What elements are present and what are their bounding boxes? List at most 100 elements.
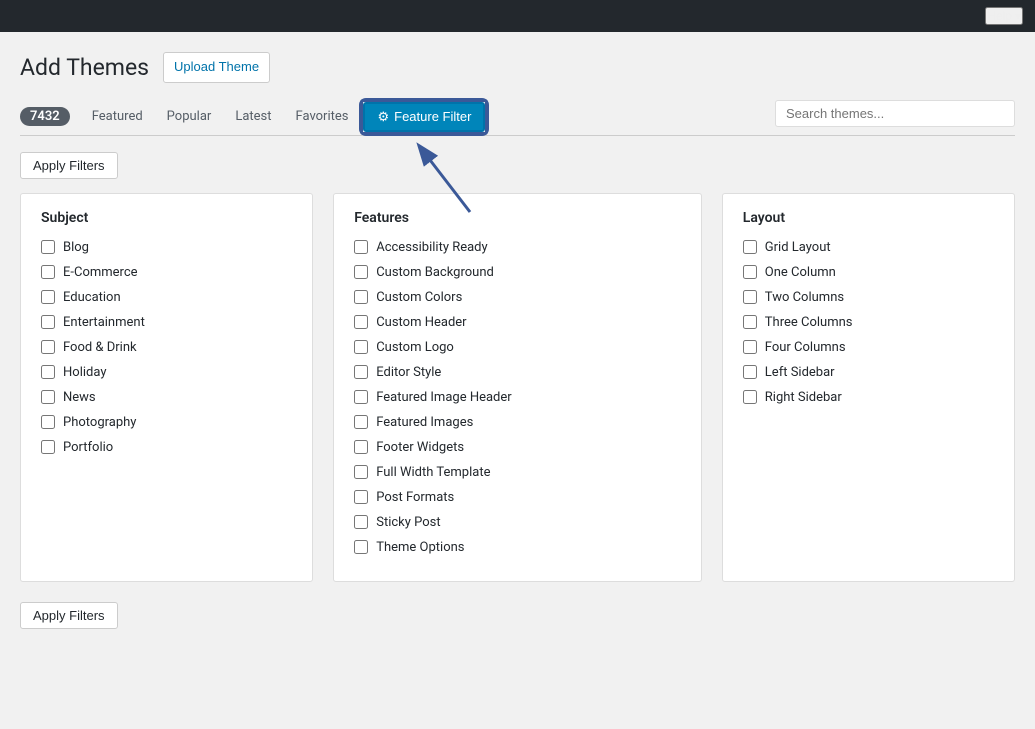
layout-checkbox-four-col[interactable] [743,340,757,354]
list-item[interactable]: Four Columns [743,340,994,355]
subject-checkbox-ecommerce[interactable] [41,265,55,279]
layout-label-grid: Grid Layout [765,240,831,255]
layout-label-four-col: Four Columns [765,340,846,355]
list-item[interactable]: Theme Options [354,540,681,555]
apply-filters-bottom-button[interactable]: Apply Filters [20,602,118,629]
list-item[interactable]: Editor Style [354,365,681,380]
feature-label-featured-images: Featured Images [376,415,473,430]
list-item[interactable]: Food & Drink [41,340,292,355]
subject-label-food: Food & Drink [63,340,137,355]
feature-checkbox-post-formats[interactable] [354,490,368,504]
list-item[interactable]: Custom Background [354,265,681,280]
subject-label-holiday: Holiday [63,365,106,380]
search-themes-input[interactable] [775,100,1015,127]
subject-label-portfolio: Portfolio [63,440,113,455]
list-item[interactable]: Blog [41,240,292,255]
subject-label-news: News [63,390,96,405]
feature-checkbox-theme-options[interactable] [354,540,368,554]
layout-checkbox-three-col[interactable] [743,315,757,329]
feature-checkbox-footer-widgets[interactable] [354,440,368,454]
feature-checkbox-featured-images[interactable] [354,415,368,429]
subject-checkbox-blog[interactable] [41,240,55,254]
subject-checkbox-news[interactable] [41,390,55,404]
feature-label-post-formats: Post Formats [376,490,454,505]
layout-label-one-col: One Column [765,265,836,280]
layout-checkbox-grid[interactable] [743,240,757,254]
feature-checkbox-custom-header[interactable] [354,315,368,329]
list-item[interactable]: Right Sidebar [743,390,994,405]
feature-label-sticky-post: Sticky Post [376,515,440,530]
list-item[interactable]: Education [41,290,292,305]
list-item[interactable]: Custom Header [354,315,681,330]
subject-label-photography: Photography [63,415,136,430]
feature-checkbox-editor-style[interactable] [354,365,368,379]
feature-checkbox-featured-image-header[interactable] [354,390,368,404]
layout-checkbox-one-col[interactable] [743,265,757,279]
tab-favorites[interactable]: Favorites [284,99,361,135]
feature-filter-label: Feature Filter [394,109,471,124]
feature-label-custom-header: Custom Header [376,315,466,330]
feature-label-theme-options: Theme Options [376,540,464,555]
feature-checkbox-custom-logo[interactable] [354,340,368,354]
layout-panel-title: Layout [743,210,994,226]
help-dropdown-icon: ▾ [1015,9,1021,23]
feature-checkbox-full-width[interactable] [354,465,368,479]
list-item[interactable]: Three Columns [743,315,994,330]
list-item[interactable]: Photography [41,415,292,430]
subject-panel-title: Subject [41,210,292,226]
subject-label-education: Education [63,290,121,305]
feature-filter-button[interactable]: ⚙ Feature Filter [363,102,485,132]
layout-checkbox-left-sidebar[interactable] [743,365,757,379]
theme-count-badge: 7432 [20,107,70,126]
layout-panel: Layout Grid Layout One Column Two Column… [722,193,1015,582]
subject-checkbox-entertainment[interactable] [41,315,55,329]
list-item[interactable]: Featured Images [354,415,681,430]
list-item[interactable]: E-Commerce [41,265,292,280]
feature-checkbox-custom-colors[interactable] [354,290,368,304]
list-item[interactable]: Featured Image Header [354,390,681,405]
list-item[interactable]: Sticky Post [354,515,681,530]
list-item[interactable]: Full Width Template [354,465,681,480]
arrow-annotation [400,137,490,221]
list-item[interactable]: News [41,390,292,405]
upload-theme-button[interactable]: Upload Theme [163,52,270,83]
list-item[interactable]: Portfolio [41,440,292,455]
nav-tabs: 7432 Featured Popular Latest Favorites ⚙… [20,99,1015,136]
list-item[interactable]: Entertainment [41,315,292,330]
feature-checkbox-custom-bg[interactable] [354,265,368,279]
feature-checkbox-sticky-post[interactable] [354,515,368,529]
tab-featured[interactable]: Featured [80,99,155,135]
list-item[interactable]: Accessibility Ready [354,240,681,255]
feature-label-featured-image-header: Featured Image Header [376,390,511,405]
list-item[interactable]: One Column [743,265,994,280]
apply-filters-top-button[interactable]: Apply Filters [20,152,118,179]
subject-checkbox-food[interactable] [41,340,55,354]
layout-label-right-sidebar: Right Sidebar [765,390,842,405]
list-item[interactable]: Custom Logo [354,340,681,355]
layout-checkbox-right-sidebar[interactable] [743,390,757,404]
tab-popular[interactable]: Popular [155,99,224,135]
subject-label-blog: Blog [63,240,89,255]
tab-latest[interactable]: Latest [223,99,283,135]
subject-checkbox-education[interactable] [41,290,55,304]
subject-checkbox-portfolio[interactable] [41,440,55,454]
layout-checkbox-two-col[interactable] [743,290,757,304]
feature-label-custom-colors: Custom Colors [376,290,462,305]
bottom-apply-section: Apply Filters [20,602,1015,643]
list-item[interactable]: Post Formats [354,490,681,505]
list-item[interactable]: Left Sidebar [743,365,994,380]
page-header: Add Themes Upload Theme [20,52,1015,83]
subject-checkbox-photography[interactable] [41,415,55,429]
filter-panels: Subject Blog E-Commerce Education [20,193,1015,582]
feature-label-custom-logo: Custom Logo [376,340,454,355]
list-item[interactable]: Grid Layout [743,240,994,255]
list-item[interactable]: Footer Widgets [354,440,681,455]
help-button[interactable]: Help ▾ [985,7,1023,25]
list-item[interactable]: Holiday [41,365,292,380]
top-bar: Help ▾ [0,0,1035,32]
subject-panel: Subject Blog E-Commerce Education [20,193,313,582]
list-item[interactable]: Two Columns [743,290,994,305]
feature-checkbox-accessibility[interactable] [354,240,368,254]
list-item[interactable]: Custom Colors [354,290,681,305]
subject-checkbox-holiday[interactable] [41,365,55,379]
